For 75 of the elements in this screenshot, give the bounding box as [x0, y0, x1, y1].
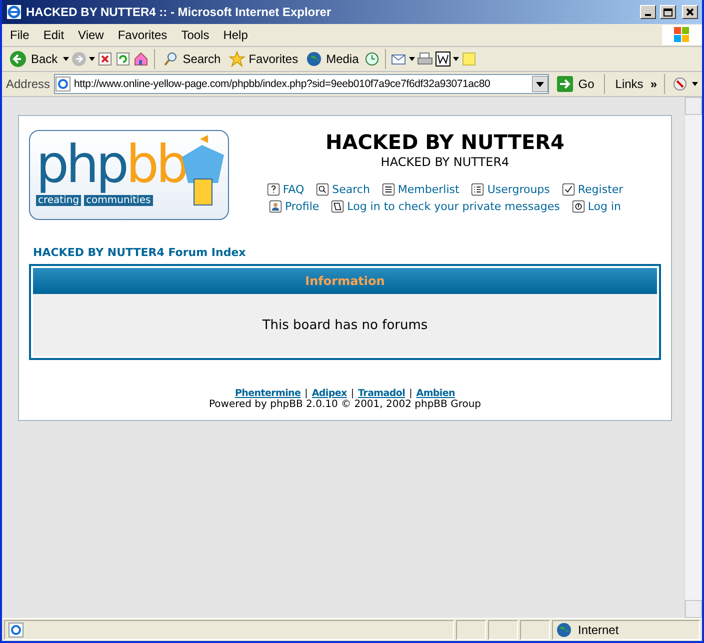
login-icon: [572, 200, 585, 213]
menu-item[interactable]: Tools: [175, 26, 216, 44]
list-icon: [382, 183, 395, 196]
separator: |: [350, 388, 354, 399]
nav-link[interactable]: Log in to check your private messages: [331, 200, 560, 213]
powered-by-text: Powered by phpBB 2.0.10 © 2001, 2002 phpBB Group: [208, 399, 482, 410]
scrollbar[interactable]: [684, 97, 702, 618]
globe-icon: [306, 51, 322, 67]
separator: |: [304, 388, 308, 399]
nav-link[interactable]: Log in: [572, 200, 622, 213]
close-icon: [686, 8, 694, 16]
person-icon: [268, 200, 282, 213]
caret-icon[interactable]: [452, 57, 459, 61]
nav-link[interactable]: Profile: [268, 200, 320, 213]
info-message: This board has no forums: [33, 294, 657, 356]
separator: |: [409, 388, 412, 399]
status-panel: [456, 620, 486, 640]
caret-icon[interactable]: [62, 57, 69, 61]
footer-link[interactable]: Ambien: [416, 388, 455, 399]
go-button[interactable]: Go: [553, 73, 598, 95]
maximize-button[interactable]: [660, 5, 676, 19]
footer-link[interactable]: Phentermine: [234, 388, 301, 399]
footer-link[interactable]: Adipex: [312, 388, 347, 399]
nav-link[interactable]: FAQ: [266, 183, 304, 196]
address-field[interactable]: http://www.online-yellow-page.com/phpbb/index.php?sid=9eeb010f7a9ce7f6df32a93071ac80: [54, 74, 550, 94]
caret-icon[interactable]: [692, 82, 698, 86]
window-title: HACKED BY NUTTER4 :: - Microsoft Internet Explorer: [26, 5, 332, 19]
nav-link[interactable]: Usergroups: [471, 183, 550, 196]
site-title: HACKED BY NUTTER4: [326, 130, 564, 154]
maximize-icon: [663, 8, 673, 16]
table-header: Information: [33, 268, 657, 294]
footer-link[interactable]: Tramadol: [358, 388, 406, 399]
browser-icon: [6, 4, 22, 20]
home-icon[interactable]: [132, 51, 149, 67]
page-icon: [8, 622, 24, 638]
links-button[interactable]: Links: [612, 73, 646, 95]
caret-icon[interactable]: [408, 57, 415, 61]
logo-drawing: phpbb creating communities: [29, 130, 229, 220]
nav-link[interactable]: Memberlist: [382, 183, 460, 196]
document-icon[interactable]: [434, 51, 451, 67]
nav-link[interactable]: Register: [562, 183, 624, 196]
search-icon: [162, 51, 179, 67]
page-icon: [55, 76, 72, 92]
globe-icon: [556, 622, 572, 638]
stop-icon[interactable]: [96, 51, 113, 67]
list-icon: [471, 183, 484, 196]
checkmark-icon: [562, 183, 575, 196]
help-icon: [266, 183, 280, 196]
minimize-button[interactable]: [640, 5, 656, 19]
search-icon: [316, 183, 330, 196]
history-icon[interactable]: [364, 51, 380, 67]
nav-link[interactable]: Search: [316, 183, 370, 196]
zone-label: Internet: [578, 623, 619, 637]
status-panel: [520, 620, 550, 640]
caret-icon[interactable]: [88, 57, 95, 61]
favorites-button[interactable]: Favorites: [226, 48, 302, 70]
menu-item[interactable]: Favorites: [112, 26, 174, 44]
menu-item[interactable]: View: [72, 26, 110, 44]
chevron-icon[interactable]: »: [650, 77, 657, 91]
breadcrumb-link[interactable]: HACKED BY NUTTER4 Forum Index: [33, 246, 661, 259]
search-button[interactable]: Search: [160, 48, 224, 70]
menu-item[interactable]: Edit: [37, 26, 70, 44]
dropdown-icon[interactable]: [532, 76, 548, 92]
address-label: Address: [6, 77, 50, 91]
back-button[interactable]: Back: [6, 48, 61, 70]
status-panel: [488, 620, 518, 640]
windows-logo-icon: [662, 25, 702, 45]
refresh-icon[interactable]: [114, 51, 131, 67]
site-description: HACKED BY NUTTER4: [380, 155, 510, 169]
menu-item[interactable]: Help: [217, 26, 254, 44]
close-button[interactable]: [682, 5, 698, 19]
star-icon: [228, 51, 245, 67]
menu-item[interactable]: File: [4, 26, 36, 44]
media-button[interactable]: Media: [303, 48, 362, 70]
printer-icon[interactable]: [416, 51, 433, 67]
